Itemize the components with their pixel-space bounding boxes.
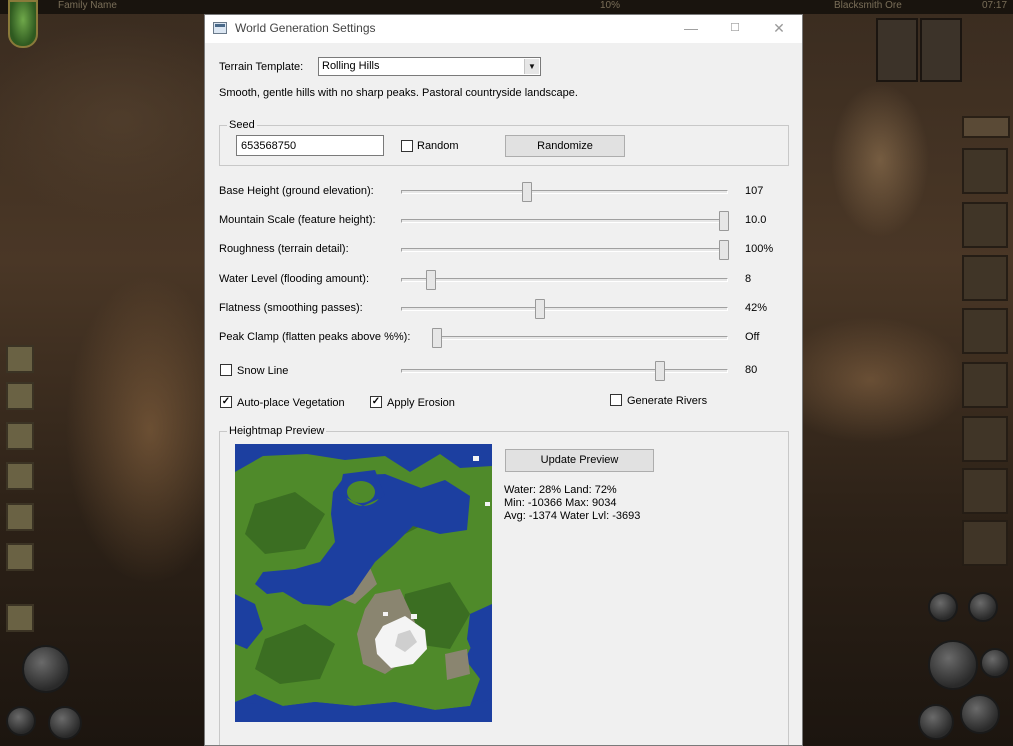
- flatness-slider-track[interactable]: [401, 307, 728, 311]
- snow-line-value: 80: [745, 364, 758, 376]
- minimize-button[interactable]: —: [669, 15, 713, 43]
- action-orb-icon[interactable]: [980, 648, 1010, 678]
- action-orb-icon[interactable]: [6, 706, 36, 736]
- base-height-label: Base Height (ground elevation):: [219, 185, 374, 197]
- base-height-slider-track[interactable]: [401, 190, 728, 194]
- random-checkbox[interactable]: [401, 140, 413, 152]
- inventory-slot[interactable]: [6, 503, 34, 531]
- world-generation-dialog: World Generation Settings — ☐ ✕ Terrain …: [204, 14, 803, 746]
- terrain-template-label: Terrain Template:: [219, 61, 304, 73]
- equipment-slot[interactable]: [962, 362, 1008, 408]
- preview-stat-avg-water: Avg: -1374 Water Lvl: -3693: [504, 510, 641, 522]
- pickaxe-action-icon[interactable]: [22, 645, 70, 693]
- action-orb-icon[interactable]: [928, 592, 958, 622]
- equipment-slot[interactable]: [962, 416, 1008, 462]
- vegetation-checkbox[interactable]: ✓: [220, 396, 232, 408]
- preview-stat-water-land: Water: 28% Land: 72%: [504, 484, 617, 496]
- seed-group-label: Seed: [227, 119, 257, 132]
- erosion-checkbox[interactable]: ✓: [370, 396, 382, 408]
- flatness-label: Flatness (smoothing passes):: [219, 302, 363, 314]
- action-orb-icon[interactable]: [918, 704, 954, 740]
- chevron-down-icon[interactable]: ▼: [524, 59, 539, 74]
- mountain-scale-slider-track[interactable]: [401, 219, 728, 223]
- equipment-slot[interactable]: [962, 520, 1008, 566]
- window-icon: [213, 22, 227, 34]
- random-label: Random: [417, 140, 459, 152]
- terrain-template-description: Smooth, gentle hills with no sharp peaks…: [219, 87, 578, 99]
- title-bar[interactable]: World Generation Settings — ☐ ✕: [205, 15, 802, 43]
- roughness-value: 100%: [745, 243, 774, 255]
- seed-input[interactable]: [236, 135, 384, 156]
- top-bar-percent: 10%: [600, 0, 621, 11]
- base-height-slider-thumb[interactable]: [522, 182, 532, 202]
- mountain-scale-label: Mountain Scale (feature height):: [219, 214, 376, 226]
- character-portrait[interactable]: [920, 18, 962, 82]
- flatness-slider-thumb[interactable]: [535, 299, 545, 319]
- vegetation-label: Auto-place Vegetation: [237, 397, 345, 409]
- water-level-value: 8: [745, 273, 752, 285]
- inventory-slot[interactable]: [6, 345, 34, 373]
- maximize-button[interactable]: ☐: [713, 15, 757, 43]
- snow-line-label: Snow Line: [237, 365, 289, 377]
- action-orb-icon[interactable]: [968, 592, 998, 622]
- close-button[interactable]: ✕: [757, 15, 801, 43]
- snow-line-slider-thumb[interactable]: [655, 361, 665, 381]
- inventory-slot[interactable]: [6, 604, 34, 632]
- terrain-template-select[interactable]: Rolling Hills ▼: [318, 57, 541, 76]
- top-bar-name: Family Name: [58, 0, 117, 11]
- roughness-label: Roughness (terrain detail):: [219, 243, 349, 255]
- top-bar-resource: Blacksmith Ore: [834, 0, 902, 11]
- snow-line-slider-track[interactable]: [401, 369, 728, 373]
- faction-shield-icon[interactable]: [8, 0, 38, 48]
- game-top-bar: Family Name 10% Blacksmith Ore 07:17: [0, 0, 1013, 14]
- base-height-value: 107: [745, 185, 764, 197]
- water-level-slider-track[interactable]: [401, 278, 728, 282]
- sword-action-icon[interactable]: [928, 640, 978, 690]
- snow-line-checkbox[interactable]: [220, 364, 232, 376]
- equipment-slot[interactable]: [962, 308, 1008, 354]
- heightmap-preview-label: Heightmap Preview: [227, 425, 327, 438]
- peak-clamp-value: Off: [745, 331, 760, 343]
- inventory-slot[interactable]: [6, 462, 34, 490]
- roughness-slider-track[interactable]: [401, 248, 728, 252]
- peak-clamp-slider-thumb[interactable]: [432, 328, 442, 348]
- mountain-scale-slider-thumb[interactable]: [719, 211, 729, 231]
- action-orb-icon[interactable]: [48, 706, 82, 740]
- peak-clamp-label: Peak Clamp (flatten peaks above %%):: [219, 331, 411, 343]
- equipment-slot[interactable]: [962, 148, 1008, 194]
- peak-clamp-slider-track[interactable]: [433, 336, 728, 340]
- terrain-template-value: Rolling Hills: [322, 60, 380, 72]
- inventory-slot[interactable]: [6, 543, 34, 571]
- equipment-slot[interactable]: [962, 202, 1008, 248]
- rivers-label: Generate Rivers: [627, 395, 708, 407]
- side-panel-tab[interactable]: [962, 116, 1010, 138]
- preview-stat-min-max: Min: -10366 Max: 9034: [504, 497, 617, 509]
- heightmap-preview-image: [235, 444, 492, 722]
- top-bar-time: 07:17: [982, 0, 1008, 11]
- equipment-slot[interactable]: [962, 255, 1008, 301]
- water-level-label: Water Level (flooding amount):: [219, 273, 369, 285]
- character-portrait[interactable]: [876, 18, 918, 82]
- action-orb-icon[interactable]: [960, 694, 1000, 734]
- inventory-slot[interactable]: [6, 382, 34, 410]
- water-level-slider-thumb[interactable]: [426, 270, 436, 290]
- randomize-button[interactable]: Randomize: [505, 135, 625, 157]
- roughness-slider-thumb[interactable]: [719, 240, 729, 260]
- equipment-slot[interactable]: [962, 468, 1008, 514]
- erosion-label: Apply Erosion: [387, 397, 455, 409]
- rivers-checkbox[interactable]: [610, 394, 622, 406]
- flatness-value: 42%: [745, 302, 768, 314]
- inventory-slot[interactable]: [6, 422, 34, 450]
- window-title: World Generation Settings: [235, 21, 376, 35]
- update-preview-button[interactable]: Update Preview: [505, 449, 654, 472]
- mountain-scale-value: 10.0: [745, 214, 767, 226]
